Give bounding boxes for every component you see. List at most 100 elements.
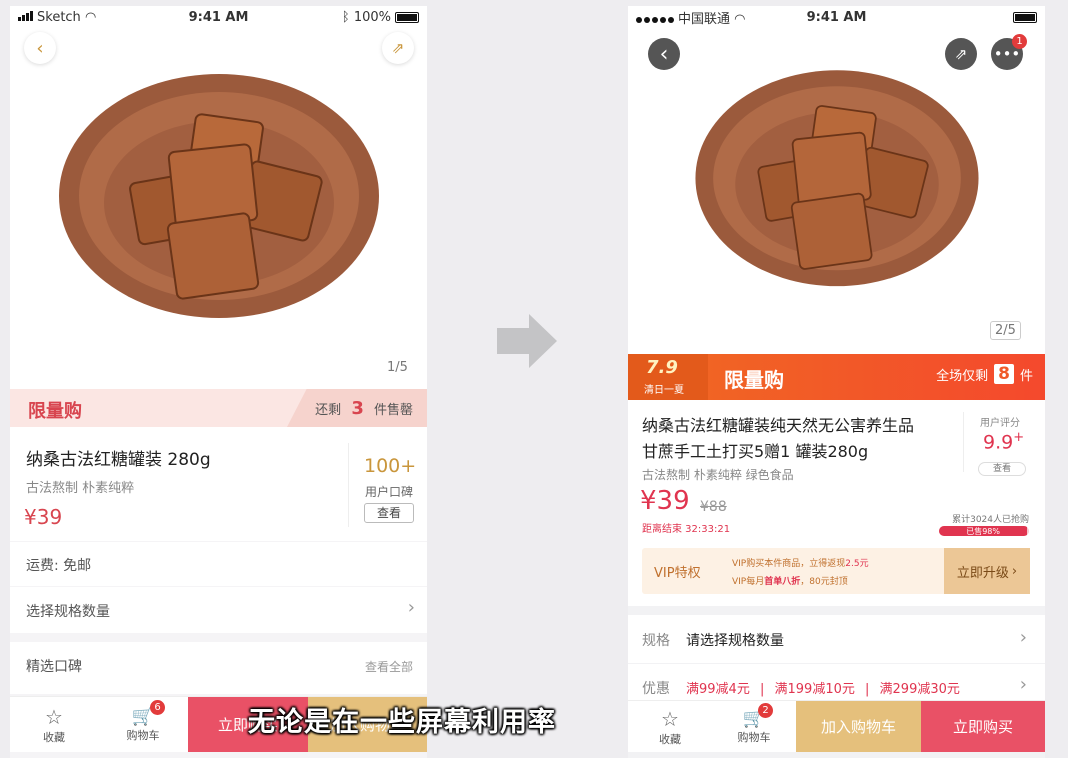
vip-line2-bold: 首单八折 [764, 577, 801, 587]
view-rating-button[interactable]: 查看 [364, 503, 414, 523]
product-info-card: 纳桑古法红糖罐装 280g 古法熬制 朴素纯粹 ¥39 100+ 用户口碑 查看 [10, 427, 427, 541]
spec-label: 选择规格数量 [26, 604, 110, 620]
sold-count-text: 累计3024人已抢购 [952, 515, 1029, 525]
cart-count-badge: 2 [758, 703, 773, 718]
flash-sale-title: 限量购 [724, 368, 784, 392]
product-name: 纳桑古法红糖罐装 280g [26, 450, 211, 470]
back-button[interactable]: ‹ [648, 38, 680, 70]
product-price: ¥39 [640, 486, 690, 516]
sold-progress-bar: 已售98% [939, 526, 1029, 536]
product-tags: 古法熬制 朴素纯粹 绿色食品 [642, 468, 794, 482]
view-all-reviews-link[interactable]: 查看全部 [365, 658, 413, 675]
battery-icon [1013, 11, 1037, 23]
event-date: 7.9 [646, 357, 678, 378]
cart-count-badge: 6 [150, 700, 165, 715]
cart-label: 购物车 [126, 729, 160, 742]
signal-icon [18, 10, 33, 21]
spec-value: 请选择规格数量 [686, 633, 784, 649]
image-pager: 1/5 [387, 360, 408, 375]
promo-item: 满99减4元 [686, 682, 750, 697]
countdown: 距离结束 32:33:21 [642, 524, 731, 535]
chevron-right-icon: › [1019, 627, 1027, 648]
event-badge: 7.9 清日一夏 [628, 354, 708, 400]
old-design-screen: Sketch ◠ 9:41 AM ᛒ 100% ‹ ⇗ 1/5 限量购 还剩 3… [10, 6, 427, 758]
vip-line2-post: ，80元封顶 [800, 577, 848, 587]
vip-banner: VIP特权 VIP购买本件商品，立得返现2.5元 VIP每月首单八折，80元封顶… [642, 548, 1030, 594]
add-to-cart-button[interactable]: 加入购物车 [796, 701, 921, 752]
spec-row[interactable]: 选择规格数量 › [10, 587, 427, 633]
cart-label: 购物车 [737, 731, 771, 744]
more-button[interactable]: ••• 1 [991, 34, 1027, 70]
remain-count: 3 [351, 398, 364, 419]
flash-sale-strip: 限量购 还剩 3 件售罄 [10, 389, 427, 427]
sold-progress-fill: 已售98% [939, 526, 1028, 536]
back-button[interactable]: ‹ [24, 32, 56, 64]
product-photo [628, 6, 1045, 354]
favorite-tab[interactable]: ☆ 收藏 [10, 697, 98, 752]
status-bar: 中国联通 ◠ 9:41 AM [628, 6, 1045, 28]
buy-now-button[interactable]: 立即购买 [921, 701, 1045, 752]
flash-sale-strip: 7.9 清日一夏 限量购 全场仅剩 8 件 [628, 354, 1045, 400]
vip-upgrade-button[interactable]: 立即升级 › [944, 548, 1030, 594]
spec-row[interactable]: 规格 请选择规格数量 › [628, 615, 1045, 663]
promo-item: 满199减10元 [774, 682, 855, 697]
shipping-label: 运费: 免邮 [26, 558, 92, 574]
product-tags: 古法熬制 朴素纯粹 [26, 481, 135, 496]
product-price: ¥39 [24, 505, 63, 529]
chevron-right-icon: › [1011, 563, 1018, 579]
chevron-left-icon: ‹ [36, 37, 44, 59]
product-name-line2: 甘蔗手工土打买5赠1 罐装280g [642, 442, 869, 461]
share-icon: ⇗ [954, 45, 968, 63]
image-pager: 2/5 [990, 321, 1021, 340]
battery-icon [395, 11, 419, 23]
vip-line1-amount: 2.5元 [845, 559, 869, 569]
status-bar: Sketch ◠ 9:41 AM ᛒ 100% [10, 6, 427, 28]
divider [348, 443, 349, 527]
vip-line1-text: VIP购买本件商品，立得返现 [732, 559, 846, 569]
remain-post: 件 [1019, 368, 1033, 384]
remain-post: 件售罄 [373, 403, 413, 418]
rating-score: 9.9 [983, 431, 1014, 454]
promo-item: 满299减30元 [879, 682, 960, 697]
chevron-right-icon: › [1019, 674, 1027, 695]
new-design-screen: 中国联通 ◠ 9:41 AM ‹ ⇗ ••• 1 2/5 7.9 清日一夏 限量… [628, 6, 1045, 758]
vip-upgrade-label: 立即升级 [956, 565, 1009, 581]
event-subtitle: 清日一夏 [644, 385, 684, 396]
status-time: 9:41 AM [188, 9, 249, 25]
wifi-icon: ◠ [84, 9, 97, 25]
favorite-tab[interactable]: ☆ 收藏 [628, 701, 712, 752]
rating-plus: + [1013, 430, 1025, 445]
cart-tab[interactable]: 🛒 购物车 2 [712, 701, 796, 752]
rating-label: 用户口碑 [365, 485, 414, 499]
share-button[interactable]: ⇗ [382, 32, 414, 64]
original-price: ¥88 [700, 499, 727, 515]
favorite-label: 收藏 [659, 732, 681, 746]
arrow-right-icon [497, 314, 557, 368]
shipping-row: 运费: 免邮 [10, 542, 427, 586]
vip-line2-pre: VIP每月 [732, 577, 765, 587]
carrier-name: 中国联通 [678, 11, 731, 27]
status-time: 9:41 AM [806, 9, 867, 25]
chevron-left-icon: ‹ [659, 41, 669, 67]
star-icon: ☆ [45, 704, 63, 729]
product-name-line1: 纳桑古法红糖罐装纯天然无公害养生品 [642, 416, 915, 435]
rating-label: 用户评分 [980, 418, 1020, 429]
star-icon: ☆ [661, 706, 679, 731]
remain-pre: 还剩 [315, 403, 342, 418]
reviews-section: 精选口碑 查看全部 [10, 642, 427, 694]
video-subtitle: 无论是在一些屏幕利用率 [248, 707, 556, 738]
chevron-right-icon: › [407, 597, 415, 618]
cart-tab[interactable]: 🛒 购物车 6 [98, 697, 188, 752]
view-rating-button[interactable]: 查看 [978, 462, 1026, 476]
remain-count: 8 [994, 364, 1014, 384]
bottom-action-bar: ☆ 收藏 🛒 购物车 2 加入购物车 立即购买 [628, 700, 1045, 752]
spec-label: 规格 [642, 633, 670, 649]
remain-pre: 全场仅剩 [936, 368, 989, 384]
brown-sugar-plate-image [58, 73, 379, 318]
share-icon: ⇗ [391, 39, 405, 57]
battery-percent: 100% [353, 9, 391, 25]
vip-badge: VIP特权 [654, 566, 701, 581]
promo-label: 优惠 [642, 681, 670, 697]
brown-sugar-plate-image [694, 70, 979, 287]
flash-sale-title: 限量购 [28, 401, 82, 422]
